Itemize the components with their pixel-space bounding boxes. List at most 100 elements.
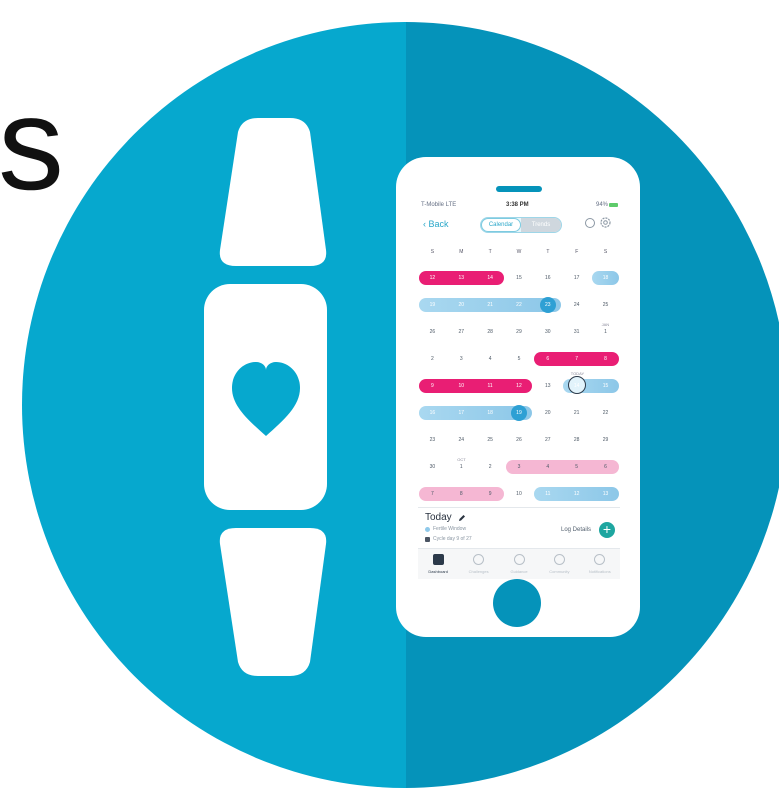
calendar-day[interactable]: 7 [418,481,447,507]
calendar-day[interactable]: 22 [591,400,620,426]
calendar-day[interactable]: 3 [505,454,534,480]
tab-community[interactable]: Community [539,549,579,579]
calendar-day[interactable]: 19 [418,292,447,318]
calendar-day[interactable]: 11 [476,373,505,399]
calendar-day[interactable]: 26 [505,427,534,453]
calendar-day[interactable]: 29 [591,427,620,453]
calendar-day[interactable]: 15 [591,373,620,399]
fertile-window-label: Fertile Window [433,526,467,532]
calendar-day[interactable]: 28 [562,427,591,453]
calendar-day[interactable]: 27 [447,319,476,345]
calendar-day[interactable]: 3 [447,346,476,372]
calendar-day[interactable]: 5 [562,454,591,480]
calendar-day[interactable]: 12 [562,481,591,507]
back-button[interactable]: ‹ Back [423,219,449,229]
tab-trends[interactable]: Trends [521,218,561,232]
calendar-day[interactable]: 16 [533,265,562,291]
calendar-day[interactable]: 12 [418,265,447,291]
status-bar: T-Mobile LTE 3:38 PM 94% [418,199,620,211]
fertile-dot-icon [425,526,430,532]
calendar-day[interactable]: 2 [476,454,505,480]
dashboard-icon [432,554,444,565]
calendar-day[interactable]: 18 [591,265,620,291]
weekday-label: T [546,249,550,255]
cycle-day-label: Cycle day 9 of 27 [433,536,472,542]
calendar-day[interactable]: 20 [533,400,562,426]
calendar-day[interactable]: 9 [476,481,505,507]
calendar-day[interactable]: 6 [591,454,620,480]
calendar-day[interactable]: 23 [533,292,562,318]
calendar-day[interactable]: 23 [418,427,447,453]
tab-bar: Dashboard Challenges Guidance Community Noti… [418,548,620,579]
month-tag: JAN [601,322,610,327]
calendar-day[interactable]: 22 [505,292,534,318]
view-switcher: Calendar Trends [480,217,562,233]
weekday-label: S [603,249,608,255]
calendar-day[interactable]: 17 [562,265,591,291]
calendar-day[interactable]: 19 [505,400,534,426]
add-log-button[interactable]: + [599,522,615,538]
calendar-day[interactable]: 29 [505,319,534,345]
today-label: TODAY [570,371,585,376]
log-details-label[interactable]: Log Details [561,527,591,533]
calendar-week: 2345678 [418,346,620,372]
phone-home-button [493,579,541,627]
calendar-day[interactable]: 10 [447,373,476,399]
calendar-day[interactable]: 30 [418,454,447,480]
guidance-icon [513,554,525,565]
tab-label: Guidance [510,569,528,574]
community-icon [553,554,565,565]
fertile-window-row: Fertile Window [425,526,466,532]
calendar-day[interactable]: 4 [533,454,562,480]
calendar-day[interactable]: 30 [533,319,562,345]
help-icon[interactable] [585,218,595,228]
calendar-day[interactable]: 27 [533,427,562,453]
tab-calendar[interactable]: Calendar [481,218,521,232]
calendar-day[interactable]: 5 [505,346,534,372]
calendar-day[interactable]: 31 [562,319,591,345]
calendar-day[interactable]: 28 [476,319,505,345]
month-tag: OCT [457,457,466,462]
calendar-week: 7 8 9 10 11 12 13 [418,481,620,507]
calendar-day[interactable]: 25 [476,427,505,453]
calendar-day[interactable]: 17 [447,400,476,426]
calendar-day[interactable]: 14 [476,265,505,291]
calendar-day[interactable]: 18 [476,400,505,426]
calendar-day[interactable]: 24 [447,427,476,453]
calendar-day[interactable]: 16 [418,400,447,426]
calendar-day[interactable]: 21 [476,292,505,318]
calendar-day[interactable]: 2 [418,346,447,372]
calendar-day[interactable]: 13 [533,373,562,399]
tab-notifications[interactable]: Notifications [580,549,620,579]
clock-label: 3:38 PM [506,202,529,208]
calendar-day[interactable]: 10 [505,481,534,507]
calendar-day[interactable]: 24 [562,292,591,318]
calendar-day[interactable]: 6 [533,346,562,372]
calendar-day[interactable]: 15 [505,265,534,291]
calendar-day[interactable]: 13 [447,265,476,291]
calendar-week: 12 13 14 15 16 17 18 [418,265,620,291]
calendar-day[interactable]: 20 [447,292,476,318]
calendar-day[interactable]: 25 [591,292,620,318]
phone-speaker [496,186,542,192]
calendar-day[interactable]: 7 [562,346,591,372]
calendar-day[interactable]: 12 [505,373,534,399]
gear-icon[interactable] [599,216,612,229]
calendar-day[interactable]: 14 [562,373,591,399]
calendar-day[interactable]: 11 [533,481,562,507]
calendar-day[interactable]: 26 [418,319,447,345]
tab-guidance[interactable]: Guidance [499,549,539,579]
battery-label: 94% [595,202,608,208]
calendar-day[interactable]: 13 [591,481,620,507]
challenges-icon [473,554,485,565]
tab-challenges[interactable]: Challenges [458,549,498,579]
circle-left-half [22,22,406,788]
calendar-day[interactable]: 9 [418,373,447,399]
weekday-label: F [575,249,579,255]
calendar-day[interactable]: 8 [447,481,476,507]
calendar-day[interactable]: 8 [591,346,620,372]
tab-dashboard[interactable]: Dashboard [418,549,458,579]
calendar-day[interactable]: 21 [562,400,591,426]
calendar-day[interactable]: 4 [476,346,505,372]
pencil-icon[interactable] [458,514,466,522]
